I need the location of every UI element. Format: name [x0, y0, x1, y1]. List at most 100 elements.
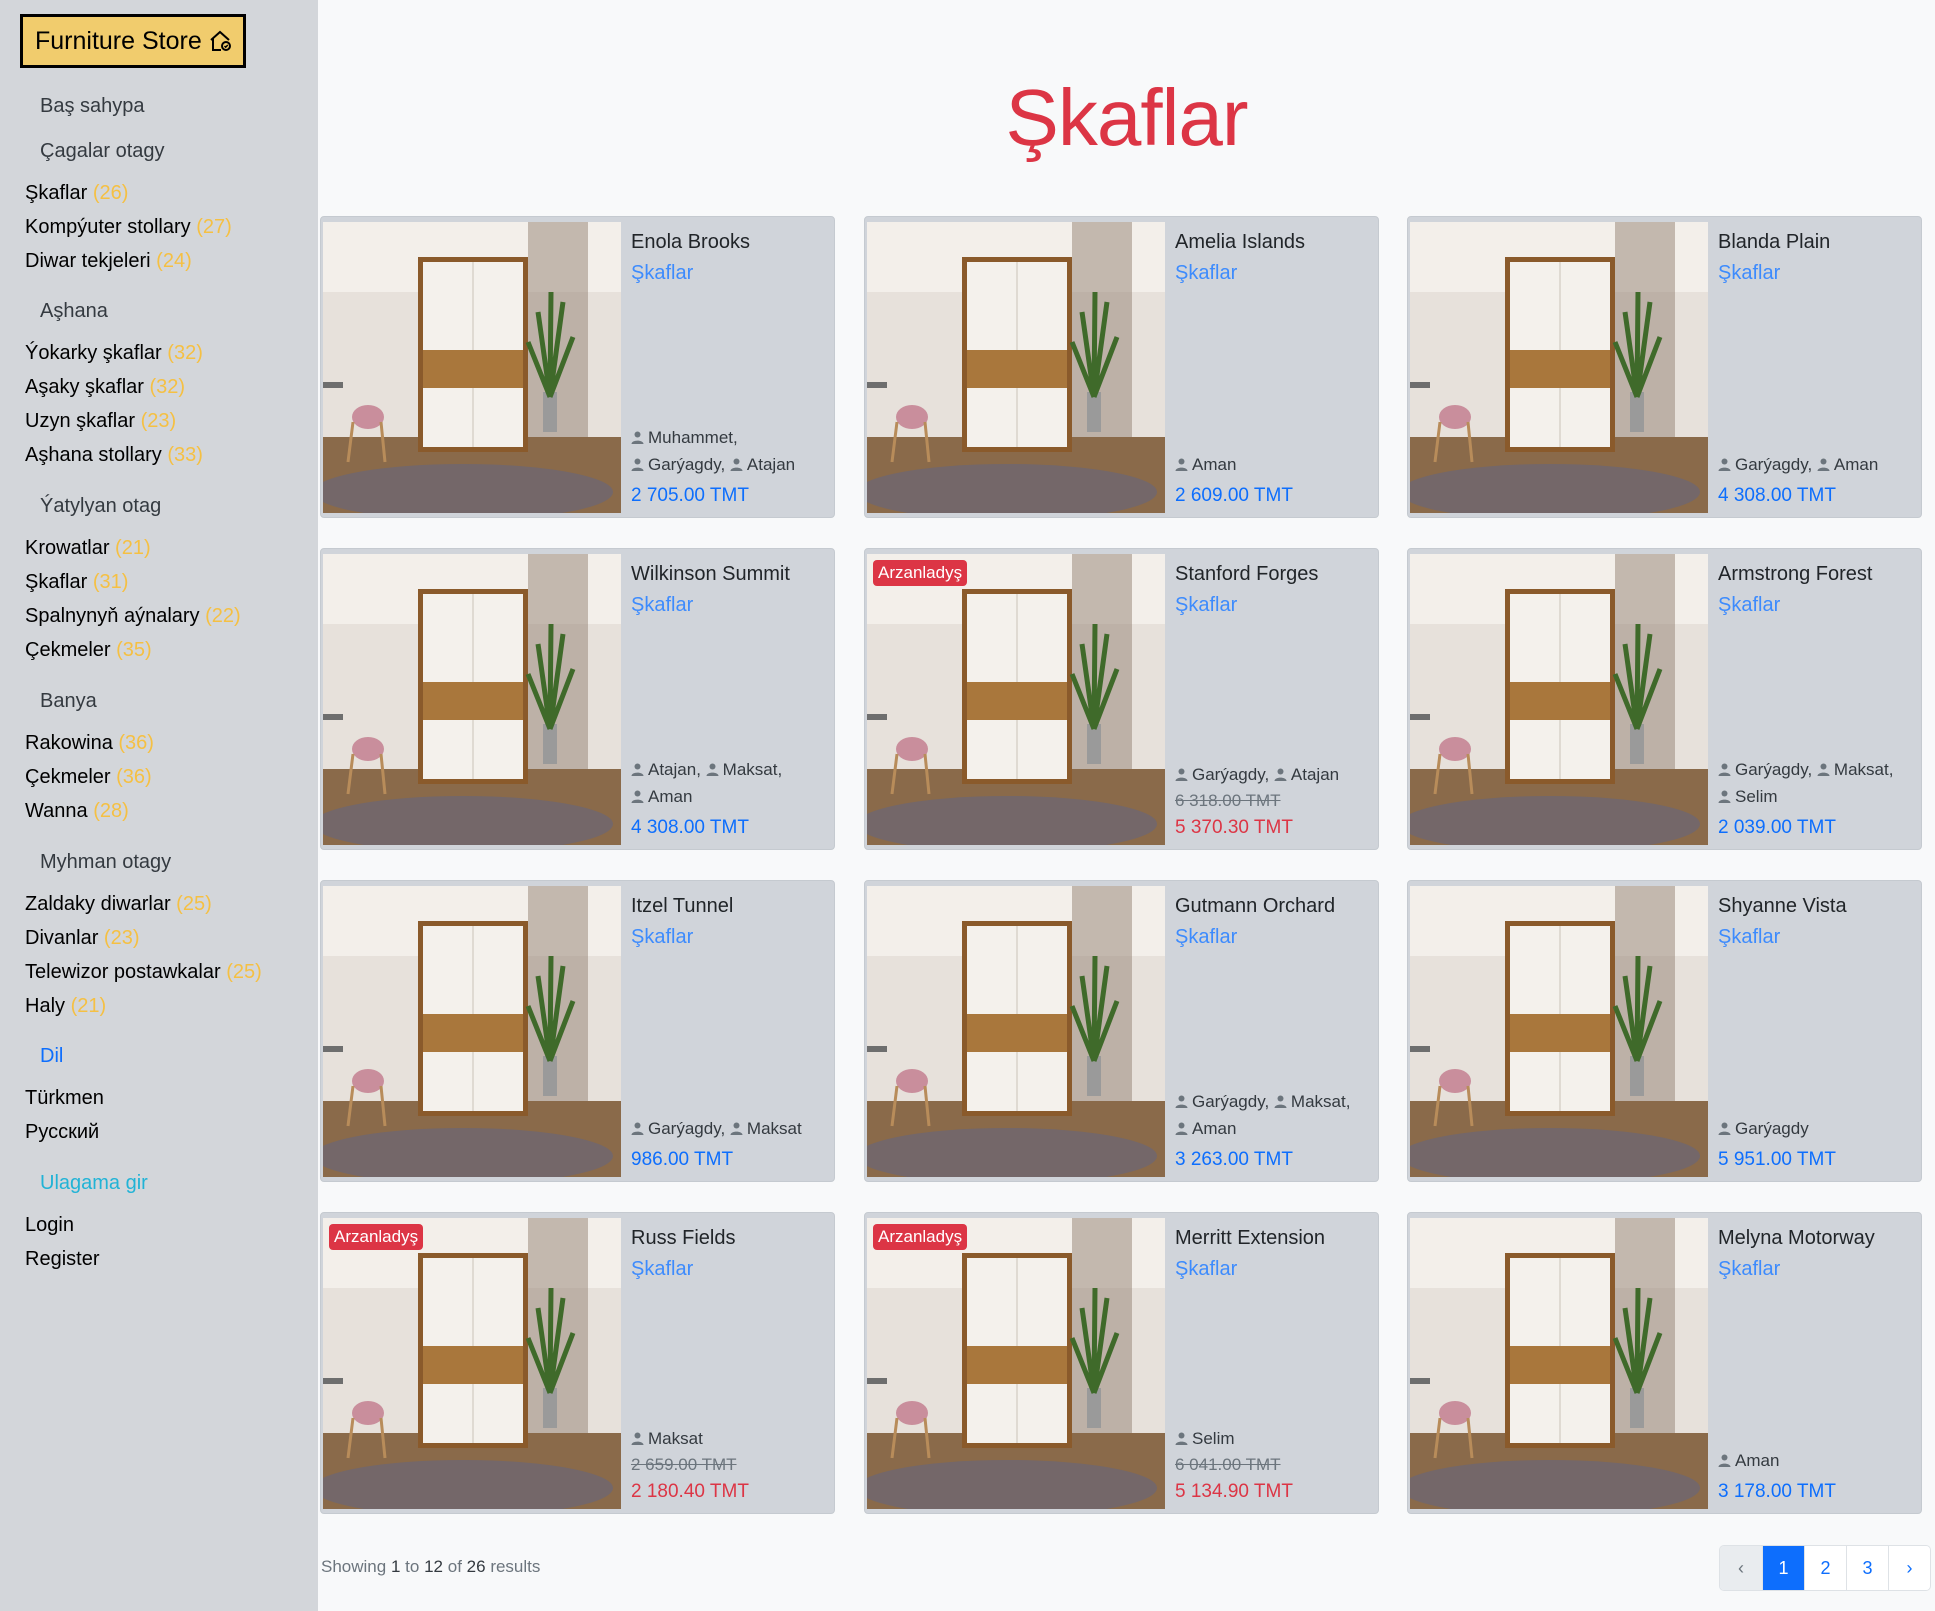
sidebar-category-link[interactable]: Wanna (28): [25, 800, 129, 823]
seller[interactable]: Atajan,: [631, 760, 701, 779]
sidebar-heading[interactable]: Ýatylyan otag: [40, 495, 161, 518]
sidebar-category-link[interactable]: Krowatlar (21): [25, 537, 151, 560]
product-image[interactable]: [1410, 886, 1708, 1177]
seller[interactable]: Garýagdy,: [1718, 760, 1812, 779]
product-category-link[interactable]: Şkaflar: [1175, 594, 1375, 617]
product-card[interactable]: Shyanne Vista Şkaflar Garýagdy 5 951.00 TM…: [1407, 880, 1922, 1182]
seller[interactable]: Maksat,: [706, 760, 782, 779]
pagination-page-3[interactable]: 3: [1846, 1546, 1888, 1590]
sidebar-category-link[interactable]: Diwar tekjeleri (24): [25, 250, 192, 273]
product-card[interactable]: Arzanladyş Stanford Forges Şkaflar Garýagdy…: [864, 548, 1379, 850]
sidebar-heading[interactable]: Çagalar otagy: [40, 140, 165, 163]
product-name[interactable]: Stanford Forges: [1175, 563, 1375, 586]
sidebar-category-link[interactable]: Uzyn şkaflar (23): [25, 410, 176, 433]
product-card[interactable]: Melyna Motorway Şkaflar Aman 3 178.00 TMT: [1407, 1212, 1922, 1514]
product-card[interactable]: Wilkinson Summit Şkaflar Atajan, Maksat, A…: [320, 548, 835, 850]
seller[interactable]: Garýagdy: [1718, 1119, 1809, 1138]
product-name[interactable]: Melyna Motorway: [1718, 1227, 1918, 1250]
pagination-next[interactable]: ›: [1888, 1546, 1930, 1590]
product-category-link[interactable]: Şkaflar: [1175, 926, 1375, 949]
seller[interactable]: Selim: [1718, 787, 1778, 806]
product-image[interactable]: [867, 222, 1165, 513]
sidebar-category-link[interactable]: Çekmeler (36): [25, 766, 152, 789]
product-card[interactable]: Blanda Plain Şkaflar Garýagdy, Aman 4 308.…: [1407, 216, 1922, 518]
product-category-link[interactable]: Şkaflar: [631, 1258, 831, 1281]
sidebar-heading[interactable]: Myhman otagy: [40, 851, 171, 874]
product-card[interactable]: Arzanladyş Russ Fields Şkaflar Maksat 2 659…: [320, 1212, 835, 1514]
seller[interactable]: Atajan: [1274, 765, 1339, 784]
product-name[interactable]: Wilkinson Summit: [631, 563, 831, 586]
sidebar-heading[interactable]: Baş sahypa: [40, 95, 145, 118]
product-category-link[interactable]: Şkaflar: [1175, 262, 1375, 285]
seller[interactable]: Garýagdy,: [1718, 455, 1812, 474]
product-category-link[interactable]: Şkaflar: [631, 594, 831, 617]
login-link[interactable]: Login: [25, 1214, 74, 1237]
product-card[interactable]: Gutmann Orchard Şkaflar Garýagdy, Maksat, …: [864, 880, 1379, 1182]
pagination-page-2[interactable]: 2: [1804, 1546, 1846, 1590]
product-image[interactable]: Arzanladyş: [867, 554, 1165, 845]
auth-heading[interactable]: Ulagama gir: [40, 1172, 148, 1195]
language-link[interactable]: Türkmen: [25, 1087, 104, 1110]
brand-logo[interactable]: Furniture Store: [20, 14, 246, 68]
product-name[interactable]: Itzel Tunnel: [631, 895, 831, 918]
product-image[interactable]: [1410, 222, 1708, 513]
seller[interactable]: Garýagdy,: [631, 455, 725, 474]
seller[interactable]: Aman: [1175, 1119, 1236, 1138]
seller[interactable]: Aman: [631, 787, 692, 806]
seller[interactable]: Maksat: [631, 1429, 703, 1448]
seller[interactable]: Maksat,: [1274, 1092, 1350, 1111]
sidebar-category-link[interactable]: Ýokarky şkaflar (32): [25, 342, 203, 365]
product-card[interactable]: Amelia Islands Şkaflar Aman 2 609.00 TMT: [864, 216, 1379, 518]
product-image[interactable]: [867, 886, 1165, 1177]
product-card[interactable]: Arzanladyş Merritt Extension Şkaflar Selim …: [864, 1212, 1379, 1514]
product-card[interactable]: Armstrong Forest Şkaflar Garýagdy, Maksat,…: [1407, 548, 1922, 850]
sidebar-category-link[interactable]: Şkaflar (26): [25, 182, 128, 205]
product-image[interactable]: [323, 554, 621, 845]
product-category-link[interactable]: Şkaflar: [1718, 594, 1918, 617]
seller[interactable]: Garýagdy,: [1175, 765, 1269, 784]
product-name[interactable]: Armstrong Forest: [1718, 563, 1918, 586]
product-category-link[interactable]: Şkaflar: [631, 262, 831, 285]
seller[interactable]: Maksat: [730, 1119, 802, 1138]
sidebar-category-link[interactable]: Kompýuter stollary (27): [25, 216, 232, 239]
seller[interactable]: Aman: [1718, 1451, 1779, 1470]
product-image[interactable]: [1410, 554, 1708, 845]
product-name[interactable]: Russ Fields: [631, 1227, 831, 1250]
sidebar-category-link[interactable]: Divanlar (23): [25, 927, 140, 950]
sidebar-category-link[interactable]: Çekmeler (35): [25, 639, 152, 662]
product-category-link[interactable]: Şkaflar: [1718, 262, 1918, 285]
product-name[interactable]: Gutmann Orchard: [1175, 895, 1375, 918]
product-card[interactable]: Enola Brooks Şkaflar Muhammet, Garýagdy, A…: [320, 216, 835, 518]
pagination-prev[interactable]: ‹: [1720, 1546, 1762, 1590]
seller[interactable]: Aman: [1175, 455, 1236, 474]
product-category-link[interactable]: Şkaflar: [1175, 1258, 1375, 1281]
register-link[interactable]: Register: [25, 1248, 99, 1271]
seller[interactable]: Atajan: [730, 455, 795, 474]
sidebar-category-link[interactable]: Şkaflar (31): [25, 571, 128, 594]
sidebar-heading[interactable]: Aşhana: [40, 300, 108, 323]
sidebar-category-link[interactable]: Aşhana stollary (33): [25, 444, 203, 467]
product-name[interactable]: Shyanne Vista: [1718, 895, 1918, 918]
sidebar-category-link[interactable]: Spalnynyň aýnalary (22): [25, 605, 241, 628]
language-link[interactable]: Русский: [25, 1121, 99, 1144]
seller[interactable]: Aman: [1817, 455, 1878, 474]
seller[interactable]: Maksat,: [1817, 760, 1893, 779]
product-category-link[interactable]: Şkaflar: [1718, 926, 1918, 949]
language-heading[interactable]: Dil: [40, 1045, 63, 1068]
product-image[interactable]: Arzanladyş: [867, 1218, 1165, 1509]
sidebar-category-link[interactable]: Zaldaky diwarlar (25): [25, 893, 212, 916]
product-category-link[interactable]: Şkaflar: [1718, 1258, 1918, 1281]
sidebar-category-link[interactable]: Rakowina (36): [25, 732, 154, 755]
pagination-page-1[interactable]: 1: [1762, 1546, 1804, 1590]
product-name[interactable]: Amelia Islands: [1175, 231, 1375, 254]
sidebar-category-link[interactable]: Aşaky şkaflar (32): [25, 376, 185, 399]
seller[interactable]: Garýagdy,: [1175, 1092, 1269, 1111]
product-category-link[interactable]: Şkaflar: [631, 926, 831, 949]
product-image[interactable]: Arzanladyş: [323, 1218, 621, 1509]
seller[interactable]: Selim: [1175, 1429, 1235, 1448]
product-image[interactable]: [323, 222, 621, 513]
sidebar-category-link[interactable]: Haly (21): [25, 995, 106, 1018]
product-image[interactable]: [323, 886, 621, 1177]
sidebar-heading[interactable]: Banya: [40, 690, 97, 713]
product-name[interactable]: Enola Brooks: [631, 231, 831, 254]
